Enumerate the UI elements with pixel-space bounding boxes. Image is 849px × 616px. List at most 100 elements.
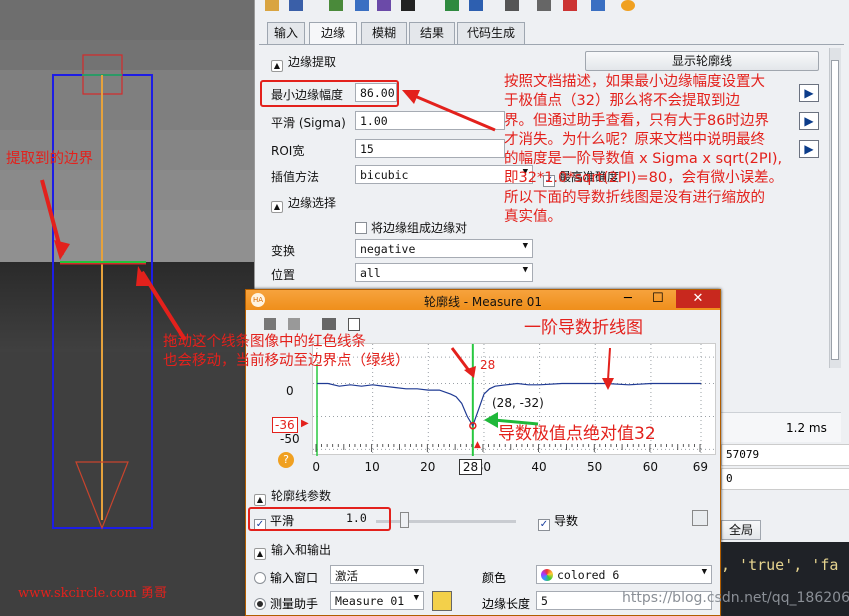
pencil-icon[interactable] xyxy=(264,318,276,330)
chevron-down-icon: ▼ xyxy=(413,593,419,603)
annotation-arrow-head xyxy=(54,240,70,260)
interp-label: 插值方法 xyxy=(271,170,320,184)
x-tick-label: 69 xyxy=(692,460,709,474)
tab-codegen[interactable]: 代码生成 xyxy=(457,22,525,44)
roi-width-label: ROI宽 xyxy=(271,144,305,158)
edit-icon[interactable] xyxy=(432,591,452,611)
smooth-slider[interactable] xyxy=(376,520,516,523)
image-icon[interactable] xyxy=(355,0,369,11)
annotation-drag-line: 拖动这个线条图像中的红色线条 也会移动，当前移动至边界点（绿线） xyxy=(163,334,410,369)
edge-length-label: 边缘长度 xyxy=(482,597,531,611)
image-view[interactable] xyxy=(0,0,254,616)
print-icon[interactable] xyxy=(322,318,336,330)
radio-icon[interactable] xyxy=(254,598,266,610)
list-icon[interactable] xyxy=(348,318,360,331)
radio-icon[interactable] xyxy=(254,572,266,584)
chart-icon[interactable] xyxy=(505,0,519,11)
checkbox-icon[interactable] xyxy=(355,222,367,234)
section-edge-extraction[interactable]: ▲ 边缘提取 xyxy=(271,53,336,72)
reset-button[interactable]: ▶ xyxy=(799,140,819,158)
reset-button[interactable]: ▶ xyxy=(799,84,819,102)
brush-icon[interactable] xyxy=(469,0,483,11)
window-title: 轮廓线 - Measure 01 xyxy=(423,295,543,309)
result-value: 57079 xyxy=(721,444,849,466)
smooth-sigma-label: 平滑 (Sigma) xyxy=(271,116,346,130)
collapse-icon[interactable]: ▲ xyxy=(254,548,266,560)
pen-icon[interactable] xyxy=(445,0,459,11)
time-value: 1.2 ms xyxy=(786,421,827,435)
result-value: 0 xyxy=(721,468,849,490)
eraser-icon[interactable] xyxy=(288,318,300,330)
watermark-site: www.skcircle.com 勇哥 xyxy=(18,586,168,601)
tab-input[interactable]: 输入 xyxy=(267,22,305,44)
scrollbar-thumb[interactable] xyxy=(831,60,839,360)
y-marker: -36 xyxy=(272,417,298,433)
annotation-arrow xyxy=(140,270,187,342)
measure-overlay[interactable] xyxy=(0,0,254,616)
x-tick-label: 50 xyxy=(587,460,603,474)
help-icon[interactable] xyxy=(621,0,635,11)
edge-pair-checkbox[interactable]: 将边缘组成边缘对 xyxy=(355,219,467,236)
input-window-select[interactable]: 激活 ▼ xyxy=(330,565,424,584)
help-icon[interactable]: ? xyxy=(278,452,294,468)
tripod-icon[interactable] xyxy=(401,0,415,11)
y-tick-label: -50 xyxy=(280,432,300,446)
camera-icon[interactable] xyxy=(377,0,391,11)
code-text: , 'true', 'fa xyxy=(721,556,839,574)
show-contour-button[interactable]: 显示轮廓线 xyxy=(585,51,819,71)
annotation-derivative-plot: 一阶导数折线图 xyxy=(524,318,643,338)
x-tick-label: 20 xyxy=(420,460,436,474)
tab-divider xyxy=(259,44,844,45)
tab-edge[interactable]: 边缘 xyxy=(309,22,357,45)
global-button[interactable]: 全局 xyxy=(721,520,761,540)
document-icon[interactable] xyxy=(537,0,551,11)
save-icon[interactable] xyxy=(289,0,303,11)
chevron-down-icon: ▼ xyxy=(522,265,528,275)
collapse-icon[interactable]: ▲ xyxy=(271,60,283,72)
watermark-blog: https://blog.csdn.net/qq_18620653 xyxy=(622,590,849,606)
position-label: 位置 xyxy=(271,268,296,282)
color-select[interactable]: colored 6 ▼ xyxy=(536,565,712,584)
grab-icon[interactable] xyxy=(329,0,343,11)
chevron-down-icon: ▼ xyxy=(413,567,419,577)
annotation-doc-note: 按照文档描述，如果最小边缘幅度设置大 于极值点（32）那么将不会提取到边 界。但… xyxy=(504,74,784,226)
minimize-button[interactable]: ─ xyxy=(624,291,632,306)
section-io[interactable]: ▲ 输入和输出 xyxy=(254,541,331,560)
section-profile-params[interactable]: ▲ 轮廓线参数 xyxy=(254,487,331,506)
transform-select[interactable]: negative ▼ xyxy=(355,239,533,258)
chevron-down-icon: ▼ xyxy=(701,567,707,577)
x-tick-label: 10 xyxy=(364,460,380,474)
measure-assistant-radio[interactable]: 测量助手 xyxy=(254,595,318,612)
tab-fuzzy[interactable]: 模糊 xyxy=(361,22,407,44)
window-icon[interactable] xyxy=(591,0,605,11)
marker-arrow-icon: ▶ xyxy=(301,418,309,429)
close-button[interactable]: ✕ xyxy=(676,290,720,308)
input-window-radio[interactable]: 输入窗口 xyxy=(254,569,318,586)
x-tick-label: 60 xyxy=(642,460,658,474)
annotation-arrow xyxy=(402,90,496,132)
annotation-arrow-head xyxy=(136,266,150,286)
position-select[interactable]: all ▼ xyxy=(355,263,533,282)
settings-icon[interactable] xyxy=(692,510,708,526)
x-marker[interactable]: 28 xyxy=(458,459,483,475)
slider-handle[interactable] xyxy=(400,512,409,528)
highlight-box xyxy=(260,80,399,107)
section-edge-selection[interactable]: ▲ 边缘选择 xyxy=(271,194,336,213)
color-label: 颜色 xyxy=(482,571,507,585)
collapse-icon[interactable]: ▲ xyxy=(271,201,283,213)
reset-button[interactable]: ▶ xyxy=(799,112,819,130)
checkbox-icon[interactable]: ✓ xyxy=(538,519,550,531)
x-tick-label: 40 xyxy=(531,460,547,474)
transform-label: 变换 xyxy=(271,244,296,258)
derivative-checkbox[interactable]: ✓ 导数 xyxy=(538,512,578,531)
collapse-icon[interactable]: ▲ xyxy=(254,494,266,506)
window-titlebar[interactable]: HA 轮廓线 - Measure 01 ─ ☐ ✕ xyxy=(246,290,720,310)
roi-width-field[interactable]: 15 xyxy=(355,139,505,158)
open-icon[interactable] xyxy=(265,0,279,11)
tab-results[interactable]: 结果 xyxy=(409,22,455,44)
maximize-button[interactable]: ☐ xyxy=(652,291,664,306)
y-tick-label: 0 xyxy=(286,384,294,398)
annotation-left-edge: 提取到的边界 xyxy=(6,151,93,167)
settings-icon[interactable] xyxy=(563,0,577,11)
measure-assistant-select[interactable]: Measure 01 ▼ xyxy=(330,591,424,610)
